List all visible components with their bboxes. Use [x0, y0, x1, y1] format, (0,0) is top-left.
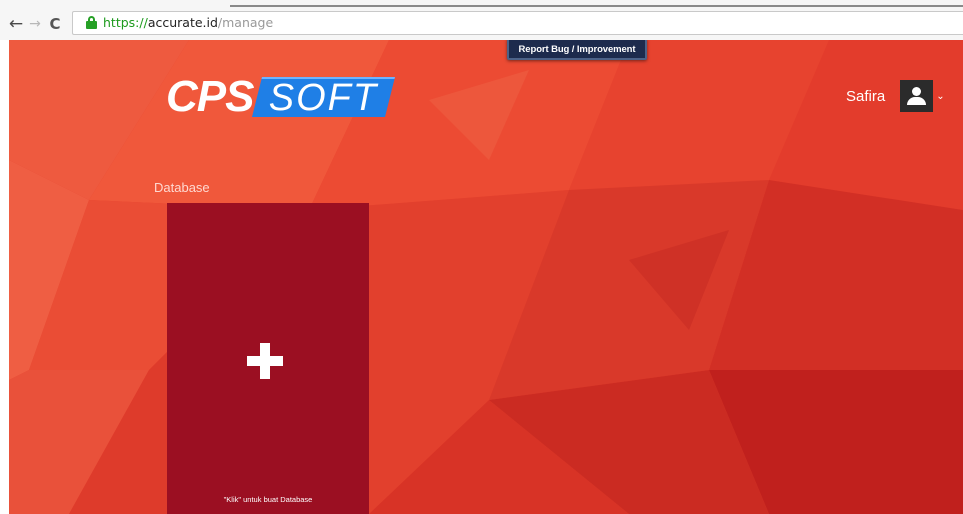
logo-text-cps: CPS: [166, 72, 254, 121]
section-title-database: Database: [154, 180, 210, 195]
user-name[interactable]: Safira: [846, 88, 885, 105]
lock-icon[interactable]: [86, 16, 97, 29]
cpssoft-logo[interactable]: CPS SOFT: [166, 72, 396, 121]
browser-toolbar: ← → C https://accurate.id/manage: [0, 0, 963, 40]
url-path: /manage: [217, 15, 274, 30]
reload-icon[interactable]: C: [45, 14, 65, 34]
logo-text-soft: SOFT: [269, 77, 379, 119]
create-database-caption: "Klik" untuk buat Database: [223, 495, 313, 504]
url-host: accurate.id: [147, 15, 218, 30]
user-menu[interactable]: Safira ⌄: [846, 80, 945, 112]
user-icon[interactable]: [900, 80, 934, 112]
report-bug-button[interactable]: Report Bug / Improvement: [507, 40, 647, 60]
create-database-card[interactable]: "Klik" untuk buat Database: [167, 203, 369, 514]
manage-page: Report Bug / Improvement CPS SOFT Safira…: [9, 40, 963, 514]
url-text[interactable]: https://accurate.id/manage: [103, 15, 273, 31]
url-scheme: https://: [103, 15, 148, 30]
back-arrow-icon[interactable]: ←: [7, 14, 25, 34]
logo-soft-badge: SOFT: [252, 77, 396, 119]
tab-strip-edge: [230, 5, 963, 7]
forward-arrow-icon[interactable]: →: [26, 14, 44, 34]
plus-icon[interactable]: [247, 343, 283, 379]
polygon-background: [9, 40, 963, 514]
chevron-down-icon[interactable]: ⌄: [936, 91, 944, 102]
